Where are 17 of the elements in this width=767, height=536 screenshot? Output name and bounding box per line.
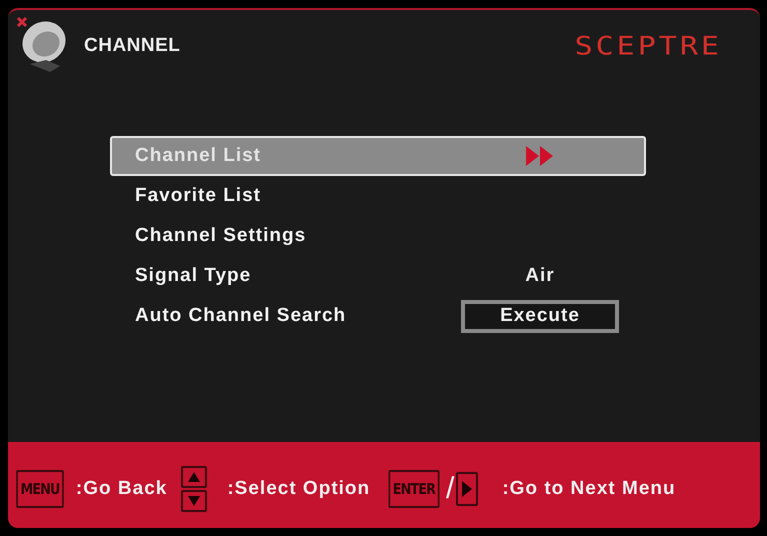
option-value: Air	[525, 265, 555, 287]
menu-key-icon: MENU	[16, 470, 64, 508]
menu-title: CHANNEL	[84, 35, 180, 57]
menu-item[interactable]: Channel Settings	[110, 216, 646, 256]
right-key-icon	[456, 472, 478, 506]
slash-separator: /	[446, 472, 454, 506]
hint-text: :Select Option	[227, 478, 370, 500]
down-key-icon	[181, 490, 208, 512]
menu-item[interactable]: Favorite List	[110, 176, 646, 216]
enter-key-icon: ENTER	[388, 470, 440, 508]
menu-item[interactable]: Signal Type Air	[110, 256, 646, 296]
menu-item[interactable]: Auto Channel Search Execute	[110, 296, 646, 336]
hint-text: :Go to Next Menu	[502, 478, 676, 500]
up-key-icon	[181, 466, 208, 488]
hint-text: :Go Back	[76, 478, 168, 500]
execute-button[interactable]: Execute	[461, 300, 619, 332]
brand-logo: SCEPTRE	[574, 31, 722, 61]
